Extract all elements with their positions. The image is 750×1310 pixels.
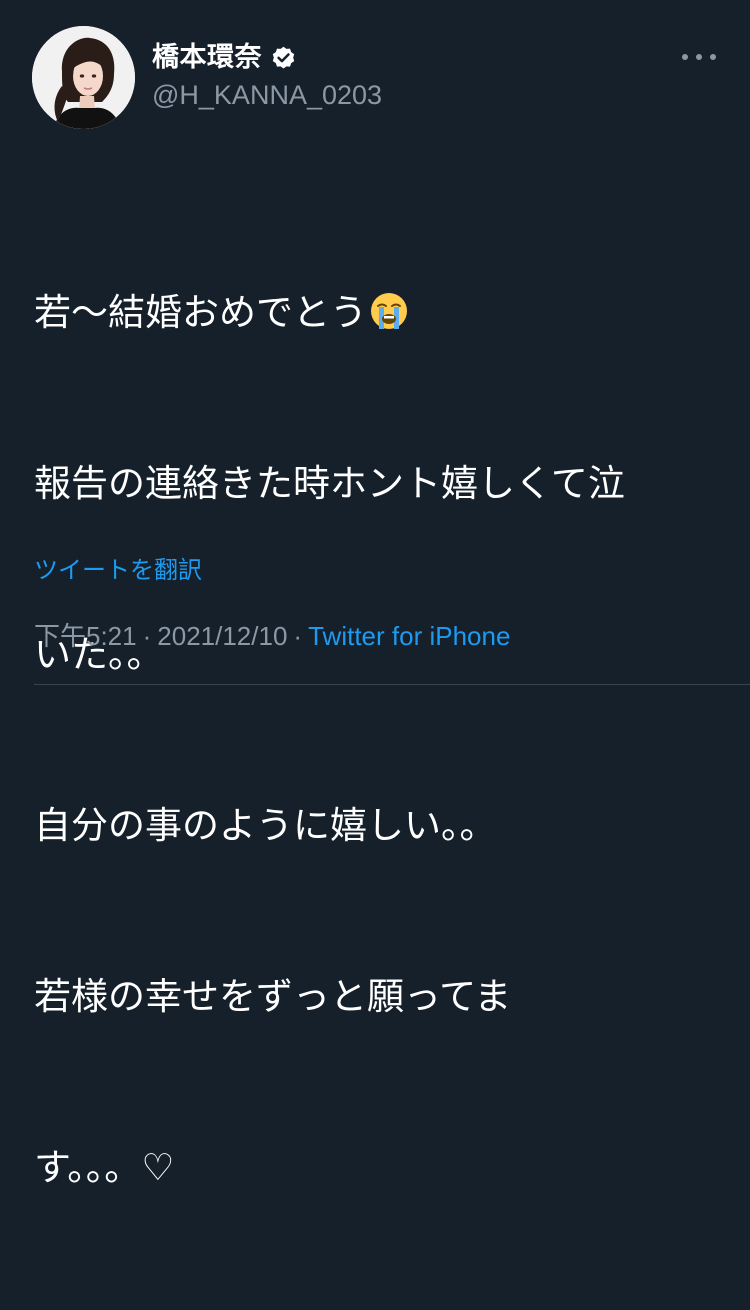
- more-dot: [710, 54, 716, 60]
- tweet-line-6: す。。。♡: [34, 1146, 175, 1189]
- more-dot: [682, 54, 688, 60]
- divider: [34, 684, 750, 685]
- profile-photo: [32, 26, 135, 129]
- verified-badge-icon: [270, 45, 297, 72]
- loudly-crying-face-icon: [369, 290, 409, 330]
- tweet-line-2: 報告の連絡きた時ホント嬉しくて泣: [34, 462, 625, 505]
- meta-separator: ·: [142, 621, 152, 651]
- avatar[interactable]: [32, 26, 135, 129]
- meta-separator: ·: [293, 621, 303, 651]
- user-handle[interactable]: @H_KANNA_0203: [152, 78, 382, 112]
- tweet-time[interactable]: 下午5:21: [34, 621, 137, 651]
- tweet-meta: 下午5:21 · 2021/12/10 · Twitter for iPhone: [34, 618, 510, 654]
- tweet-line-1: 若〜結婚おめでとう: [34, 284, 724, 341]
- more-horizontal-icon[interactable]: [682, 42, 716, 72]
- tweet: 橋本環奈 @H_KANNA_0203 若〜結婚おめでとう 報告の連絡きた時ホント…: [0, 0, 750, 1189]
- tweet-line-4: 自分の事のように嬉しい。。: [34, 804, 497, 847]
- tweet-source-link[interactable]: Twitter for iPhone: [308, 621, 510, 651]
- more-dot: [696, 54, 702, 60]
- translate-tweet-link[interactable]: ツイートを翻訳: [34, 553, 202, 587]
- display-name[interactable]: 橋本環奈: [152, 40, 262, 76]
- tweet-text: 若〜結婚おめでとう 報告の連絡きた時ホント嬉しくて泣 いた。。 自分の事のように…: [34, 170, 724, 1310]
- tweet-date[interactable]: 2021/12/10: [157, 621, 287, 651]
- tweet-line-5: 若様の幸せをずっと願ってま: [34, 975, 512, 1018]
- tweet-line-text: 若〜結婚おめでとう: [34, 291, 367, 334]
- name-row: 橋本環奈: [152, 40, 297, 76]
